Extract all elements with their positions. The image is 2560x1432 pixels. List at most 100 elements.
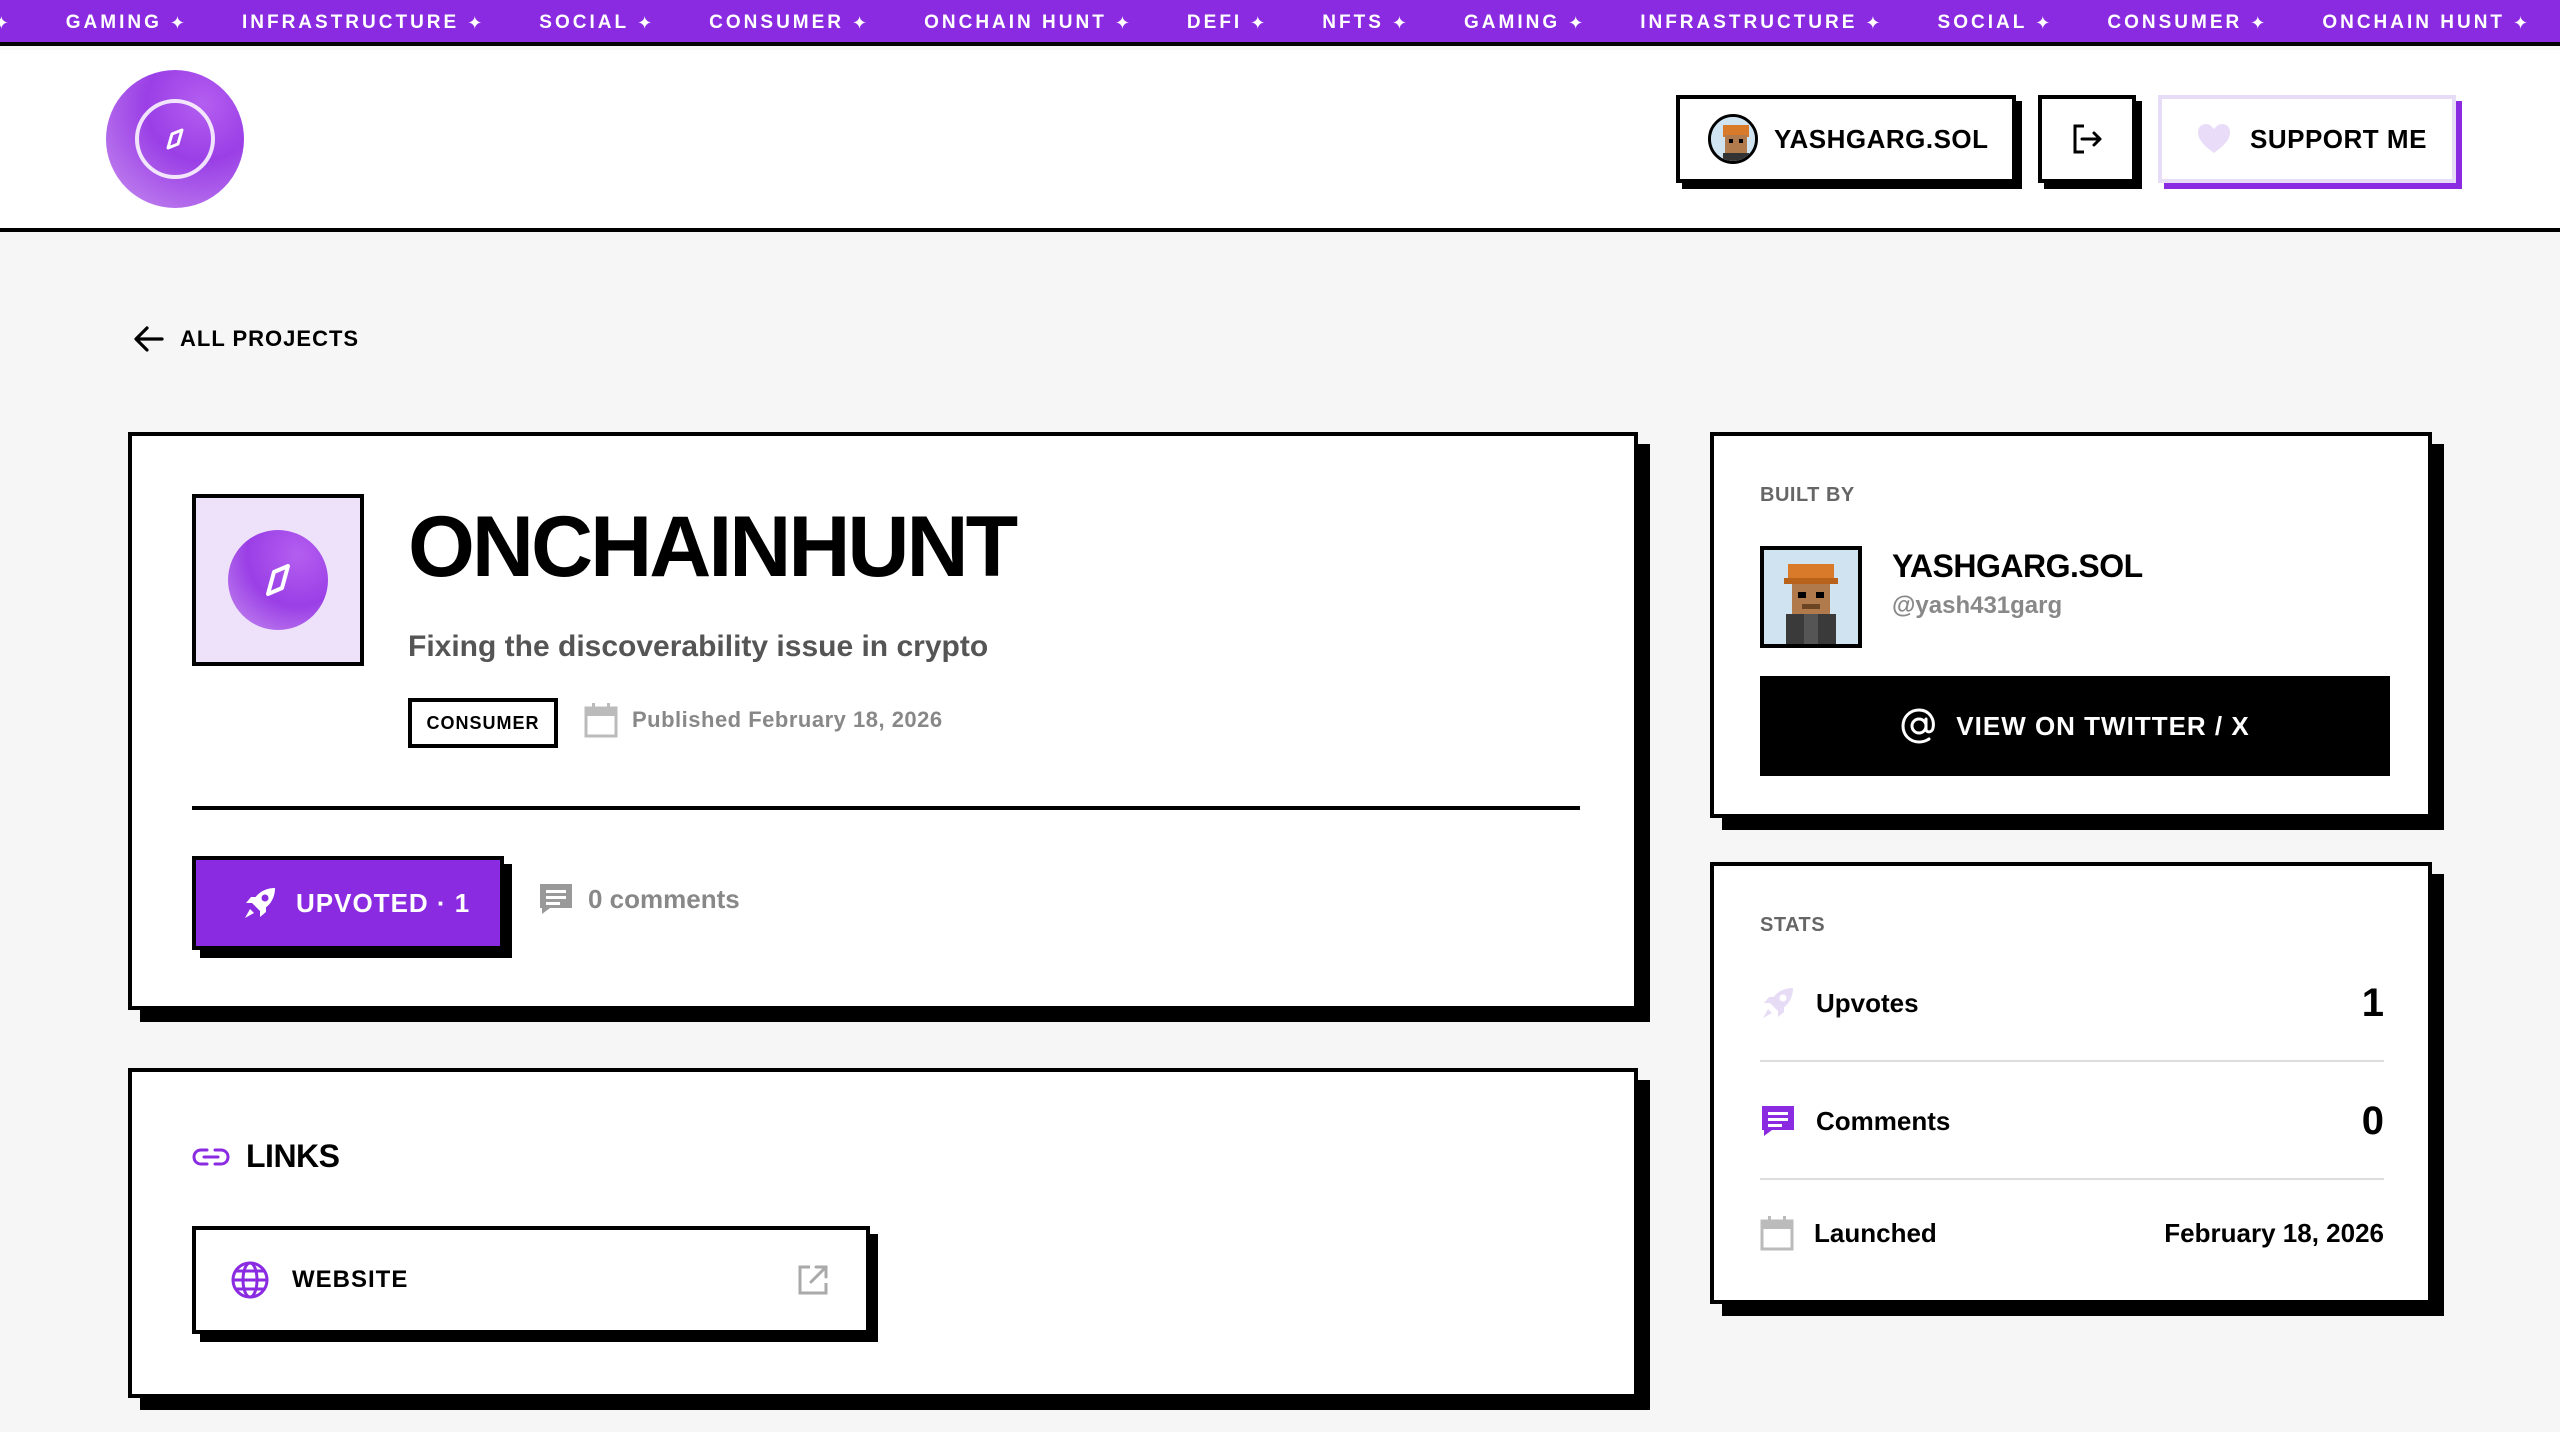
calendar-icon xyxy=(584,703,618,738)
links-heading: LINKS xyxy=(192,1138,340,1175)
star-icon: ✦ xyxy=(0,13,12,34)
at-sign-icon xyxy=(1901,708,1936,744)
star-icon: ✦ xyxy=(1250,12,1269,33)
link-icon xyxy=(192,1148,230,1165)
all-projects-link[interactable]: ALL PROJECTS xyxy=(132,324,359,354)
logout-button[interactable] xyxy=(2038,95,2136,183)
site-header: YASHGARG.SOL SUPPORT ME xyxy=(0,50,2560,232)
star-icon: ✦ xyxy=(2513,12,2532,33)
avatar xyxy=(1708,114,1758,164)
stat-label: Launched xyxy=(1814,1217,1937,1248)
ticker-item-label: NFTS xyxy=(1322,12,1384,33)
comments-link[interactable]: 0 comments xyxy=(538,882,740,916)
ticker-item[interactable]: CONSUMER ✦ xyxy=(2107,12,2268,34)
compass-icon xyxy=(228,530,328,630)
project-title: ONCHAINHUNT xyxy=(408,499,1018,595)
star-icon: ✦ xyxy=(1391,12,1410,33)
ticker-item[interactable]: NFTS ✦ xyxy=(1322,12,1410,34)
divider xyxy=(1760,1178,2384,1180)
ticker-item[interactable]: GAMING ✦ xyxy=(66,12,188,34)
logout-icon xyxy=(2073,124,2102,154)
comment-icon xyxy=(540,884,572,914)
site-logo[interactable] xyxy=(106,70,244,208)
stat-value: February 18, 2026 xyxy=(2164,1217,2384,1248)
builder-avatar xyxy=(1760,546,1862,648)
ticker-item[interactable]: GAMING ✦ xyxy=(1464,12,1586,34)
published-date: Published February 18, 2026 xyxy=(584,702,943,738)
star-icon: ✦ xyxy=(637,12,656,33)
ticker-item-label: INFRASTRUCTURE xyxy=(241,12,460,33)
comments-label: 0 comments xyxy=(588,883,740,914)
built-by-card: BUILT BY YASHGARG.SOL @yash431garg VIEW … xyxy=(1710,432,2432,818)
upvote-button[interactable]: UPVOTED · 1 xyxy=(192,856,504,950)
ticker-item[interactable]: S✦ xyxy=(0,12,12,34)
star-icon: ✦ xyxy=(169,12,188,33)
ticker-item[interactable]: DEFI ✦ xyxy=(1187,12,1268,34)
compass-icon xyxy=(135,99,215,179)
stat-label: Comments xyxy=(1816,1105,1951,1136)
category-ticker: S✦ GAMING ✦ INFRASTRUCTURE ✦ SOCIAL ✦ CONSUMER ✦… xyxy=(0,0,2560,46)
ticker-track: S✦ GAMING ✦ INFRASTRUCTURE ✦ SOCIAL ✦ CONSUMER ✦… xyxy=(0,0,2560,42)
stats-card: STATS Upvotes 1 Comments 0 Launched Febr… xyxy=(1710,862,2432,1304)
ticker-item[interactable]: ONCHAIN HUNT ✦ xyxy=(2322,12,2531,34)
ticker-item-label: ONCHAIN HUNT xyxy=(924,12,1107,33)
user-wallet-button[interactable]: YASHGARG.SOL xyxy=(1676,95,2016,183)
links-card: LINKS WEBSITE xyxy=(128,1068,1638,1398)
star-icon: ✦ xyxy=(2035,12,2054,33)
upvote-label: UPVOTED · 1 xyxy=(296,887,471,918)
divider xyxy=(192,806,1580,810)
published-label: Published February 18, 2026 xyxy=(632,707,943,732)
ticker-item[interactable]: INFRASTRUCTURE ✦ xyxy=(1640,12,1883,34)
comment-icon xyxy=(1762,1106,1794,1136)
heart-icon xyxy=(2198,124,2230,153)
all-projects-label: ALL PROJECTS xyxy=(180,326,360,351)
website-label: WEBSITE xyxy=(292,1266,409,1293)
ticker-item[interactable]: CONSUMER ✦ xyxy=(709,12,870,34)
user-wallet-label: YASHGARG.SOL xyxy=(1774,123,1989,154)
stat-label: Upvotes xyxy=(1816,987,1919,1018)
stats-label: STATS xyxy=(1760,914,1826,936)
divider xyxy=(1760,1060,2384,1062)
project-tagline: Fixing the discoverability issue in cryp… xyxy=(408,630,989,663)
rocket-icon xyxy=(245,888,275,918)
ticker-item[interactable]: ONCHAIN HUNT ✦ xyxy=(924,12,1133,34)
rocket-icon xyxy=(1763,988,1793,1018)
stat-row-upvotes: Upvotes 1 xyxy=(1760,970,2384,1036)
built-by-label: BUILT BY xyxy=(1760,484,1855,506)
star-icon: ✦ xyxy=(1568,12,1587,33)
stat-row-launched: Launched February 18, 2026 xyxy=(1760,1200,2384,1266)
star-icon: ✦ xyxy=(852,12,871,33)
project-logo xyxy=(192,494,364,666)
ticker-item-label: CONSUMER xyxy=(709,12,845,33)
links-heading-label: LINKS xyxy=(246,1138,340,1174)
website-link[interactable]: WEBSITE xyxy=(192,1226,870,1334)
external-link-icon xyxy=(798,1265,828,1295)
stat-value: 1 xyxy=(2361,980,2384,1025)
support-me-label: SUPPORT ME xyxy=(2250,123,2427,154)
ticker-item[interactable]: SOCIAL ✦ xyxy=(539,12,655,34)
calendar-icon xyxy=(1760,1216,1794,1251)
globe-icon xyxy=(231,1261,269,1299)
view-on-twitter-label: VIEW ON TWITTER / X xyxy=(1956,710,2250,741)
star-icon: ✦ xyxy=(2250,12,2269,33)
ticker-item-label: CONSUMER xyxy=(2107,12,2243,33)
view-on-twitter-button[interactable]: VIEW ON TWITTER / X xyxy=(1760,676,2390,776)
ticker-item-label: SOCIAL xyxy=(1937,12,2028,33)
ticker-item[interactable]: SOCIAL ✦ xyxy=(1938,12,2054,34)
stat-row-comments: Comments 0 xyxy=(1760,1088,2384,1154)
ticker-item-label: INFRASTRUCTURE xyxy=(1640,12,1858,33)
builder-name: YASHGARG.SOL xyxy=(1892,548,2143,584)
ticker-item-label: SOCIAL xyxy=(539,12,630,33)
star-icon: ✦ xyxy=(1114,12,1133,33)
arrow-left-icon xyxy=(134,326,164,352)
ticker-item[interactable]: INFRASTRUCTURE ✦ xyxy=(242,12,485,34)
category-badge[interactable]: CONSUMER xyxy=(408,698,558,748)
project-card: ONCHAINHUNT Fixing the discoverability i… xyxy=(128,432,1638,1010)
stat-value: 0 xyxy=(2361,1098,2384,1143)
builder-handle: @yash431garg xyxy=(1892,592,2063,619)
support-me-button[interactable]: SUPPORT ME xyxy=(2158,95,2456,183)
ticker-item-label: GAMING xyxy=(65,12,162,33)
ticker-item-label: ONCHAIN HUNT xyxy=(2322,12,2506,33)
ticker-item-label: DEFI xyxy=(1186,12,1243,33)
star-icon: ✦ xyxy=(1865,12,1884,33)
